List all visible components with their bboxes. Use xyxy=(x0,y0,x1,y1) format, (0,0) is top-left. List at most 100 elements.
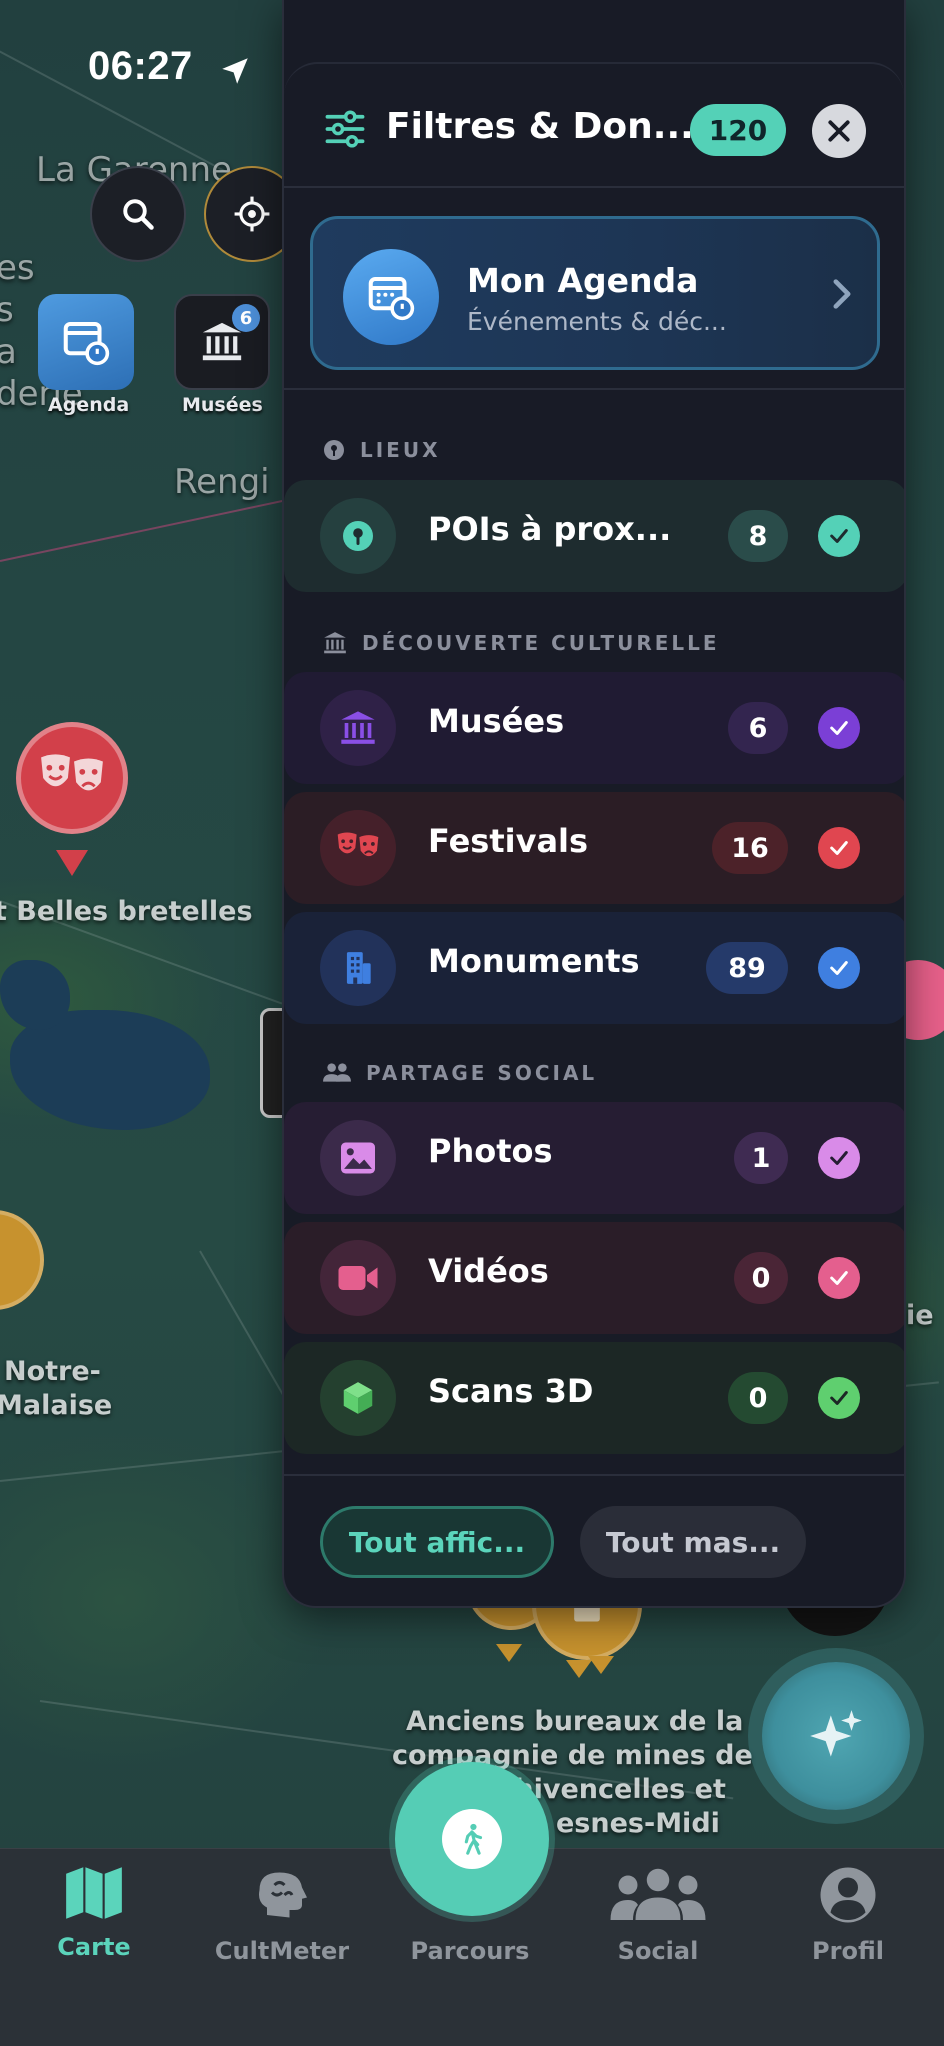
row-label: POIs à prox... xyxy=(428,510,672,548)
agenda-subtitle: Événements & déc... xyxy=(467,307,727,336)
ai-assistant-button[interactable] xyxy=(762,1662,910,1810)
section-header-culture: DÉCOUVERTE CULTURELLE xyxy=(322,630,720,656)
row-checkbox[interactable] xyxy=(818,707,860,749)
row-count-badge: 6 xyxy=(728,702,788,754)
map-pin-icon xyxy=(343,521,373,551)
filter-row-videos[interactable]: Vidéos 0 xyxy=(284,1222,904,1334)
section-header-social: PARTAGE SOCIAL xyxy=(322,1060,597,1086)
musees-count-badge: 6 xyxy=(232,304,260,332)
row-checkbox[interactable] xyxy=(818,827,860,869)
divider xyxy=(284,1474,904,1476)
filter-row-scans3d[interactable]: Scans 3D 0 xyxy=(284,1342,904,1454)
walking-icon xyxy=(464,1823,483,1855)
chevron-right-icon xyxy=(833,279,851,309)
map-poi-label: t Belles bretelles xyxy=(0,896,253,927)
panel-title: Filtres & Don... xyxy=(386,106,694,147)
search-icon xyxy=(123,199,154,230)
quick-agenda-button[interactable] xyxy=(38,294,134,390)
map-poi-label: Anciens bureaux de la xyxy=(406,1706,744,1737)
map-place-label: a xyxy=(0,332,17,372)
marker-pointer xyxy=(496,1644,522,1662)
location-arrow-icon xyxy=(222,58,248,84)
row-icon-wrap xyxy=(320,1360,396,1436)
hide-all-button[interactable]: Tout mas... xyxy=(580,1506,806,1578)
row-count-badge: 1 xyxy=(734,1132,788,1184)
row-checkbox[interactable] xyxy=(818,1257,860,1299)
close-panel-button[interactable] xyxy=(812,104,866,158)
tab-social[interactable]: Social xyxy=(568,1865,748,1965)
tab-label: Parcours xyxy=(410,1937,530,1965)
row-checkbox[interactable] xyxy=(818,1377,860,1419)
section-title: DÉCOUVERTE CULTURELLE xyxy=(362,631,720,655)
crosshair-icon xyxy=(234,196,270,232)
museum-icon xyxy=(324,632,346,654)
panel-header: Filtres & Don... 120 xyxy=(284,62,904,188)
map-place-label: s xyxy=(0,290,14,330)
tab-carte[interactable]: Carte xyxy=(4,1865,184,1961)
row-count-badge: 0 xyxy=(734,1252,788,1304)
row-checkbox[interactable] xyxy=(818,947,860,989)
map-road xyxy=(0,497,294,562)
sliders-icon xyxy=(325,110,365,148)
row-label: Scans 3D xyxy=(428,1372,594,1410)
row-label: Vidéos xyxy=(428,1252,549,1290)
map-poi-label: Notre- xyxy=(4,1356,101,1387)
row-label: Photos xyxy=(428,1132,553,1170)
pin-icon xyxy=(324,440,344,460)
total-count-badge: 120 xyxy=(690,104,786,156)
start-walk-button[interactable] xyxy=(395,1762,549,1916)
agenda-title: Mon Agenda xyxy=(467,261,699,300)
row-count-badge: 0 xyxy=(728,1372,788,1424)
filter-row-musees[interactable]: Musées 6 xyxy=(284,672,904,784)
row-label: Musées xyxy=(428,702,565,740)
row-label: Monuments xyxy=(428,942,640,980)
section-title: PARTAGE SOCIAL xyxy=(366,1061,598,1085)
status-time-text: 06:27 xyxy=(88,44,193,88)
monument-map-marker[interactable] xyxy=(0,1210,44,1310)
quick-musees-button[interactable]: 6 xyxy=(174,294,270,390)
filter-row-pois[interactable]: POIs à prox... 8 xyxy=(284,480,904,592)
user-icon xyxy=(820,1867,876,1923)
filter-row-photos[interactable]: Photos 1 xyxy=(284,1102,904,1214)
section-header-lieux: LIEUX xyxy=(322,438,441,462)
filter-panel: Filtres & Don... 120 Mon Agenda Événemen… xyxy=(282,0,906,1608)
check-icon xyxy=(830,721,848,735)
row-checkbox[interactable] xyxy=(818,515,860,557)
row-icon-wrap xyxy=(320,498,396,574)
video-icon xyxy=(338,1266,378,1290)
tab-label: CultMeter xyxy=(214,1937,350,1965)
theater-masks-icon xyxy=(41,754,103,791)
building-icon xyxy=(346,952,371,984)
quick-agenda-label: Agenda xyxy=(48,394,130,416)
check-icon xyxy=(830,841,848,855)
tab-profil[interactable]: Profil xyxy=(758,1865,938,1965)
row-icon-wrap xyxy=(320,810,396,886)
map-search-button[interactable] xyxy=(90,166,186,262)
calendar-clock-icon xyxy=(368,276,415,321)
quick-musees-label: Musées xyxy=(182,394,263,416)
tab-cultmeter[interactable]: CultMeter xyxy=(192,1865,372,1965)
map-poi-label: esnes-Midi xyxy=(556,1808,720,1839)
map-place-label: Rengi xyxy=(174,462,270,502)
tab-label: Carte xyxy=(57,1933,131,1961)
section-title: LIEUX xyxy=(360,438,441,462)
agenda-icon-wrap xyxy=(343,249,439,345)
show-all-button[interactable]: Tout affic... xyxy=(320,1506,554,1578)
tab-label: Social xyxy=(617,1937,699,1965)
calendar-clock-icon xyxy=(63,321,110,366)
row-checkbox[interactable] xyxy=(818,1137,860,1179)
divider xyxy=(284,388,904,390)
sparkles-icon xyxy=(810,1710,862,1757)
marker-pointer xyxy=(56,850,88,876)
filter-row-monuments[interactable]: Monuments 89 xyxy=(284,912,904,1024)
map-icon xyxy=(66,1867,122,1919)
map-lake xyxy=(0,960,70,1030)
image-icon xyxy=(341,1142,375,1174)
map-place-label: es xyxy=(0,248,35,288)
filter-row-festivals[interactable]: Festivals 16 xyxy=(284,792,904,904)
cube-icon xyxy=(343,1382,373,1414)
row-count-badge: 89 xyxy=(706,942,788,994)
check-icon xyxy=(830,1271,848,1285)
festival-map-marker[interactable] xyxy=(16,722,128,834)
my-agenda-card[interactable]: Mon Agenda Événements & déc... xyxy=(310,216,880,370)
